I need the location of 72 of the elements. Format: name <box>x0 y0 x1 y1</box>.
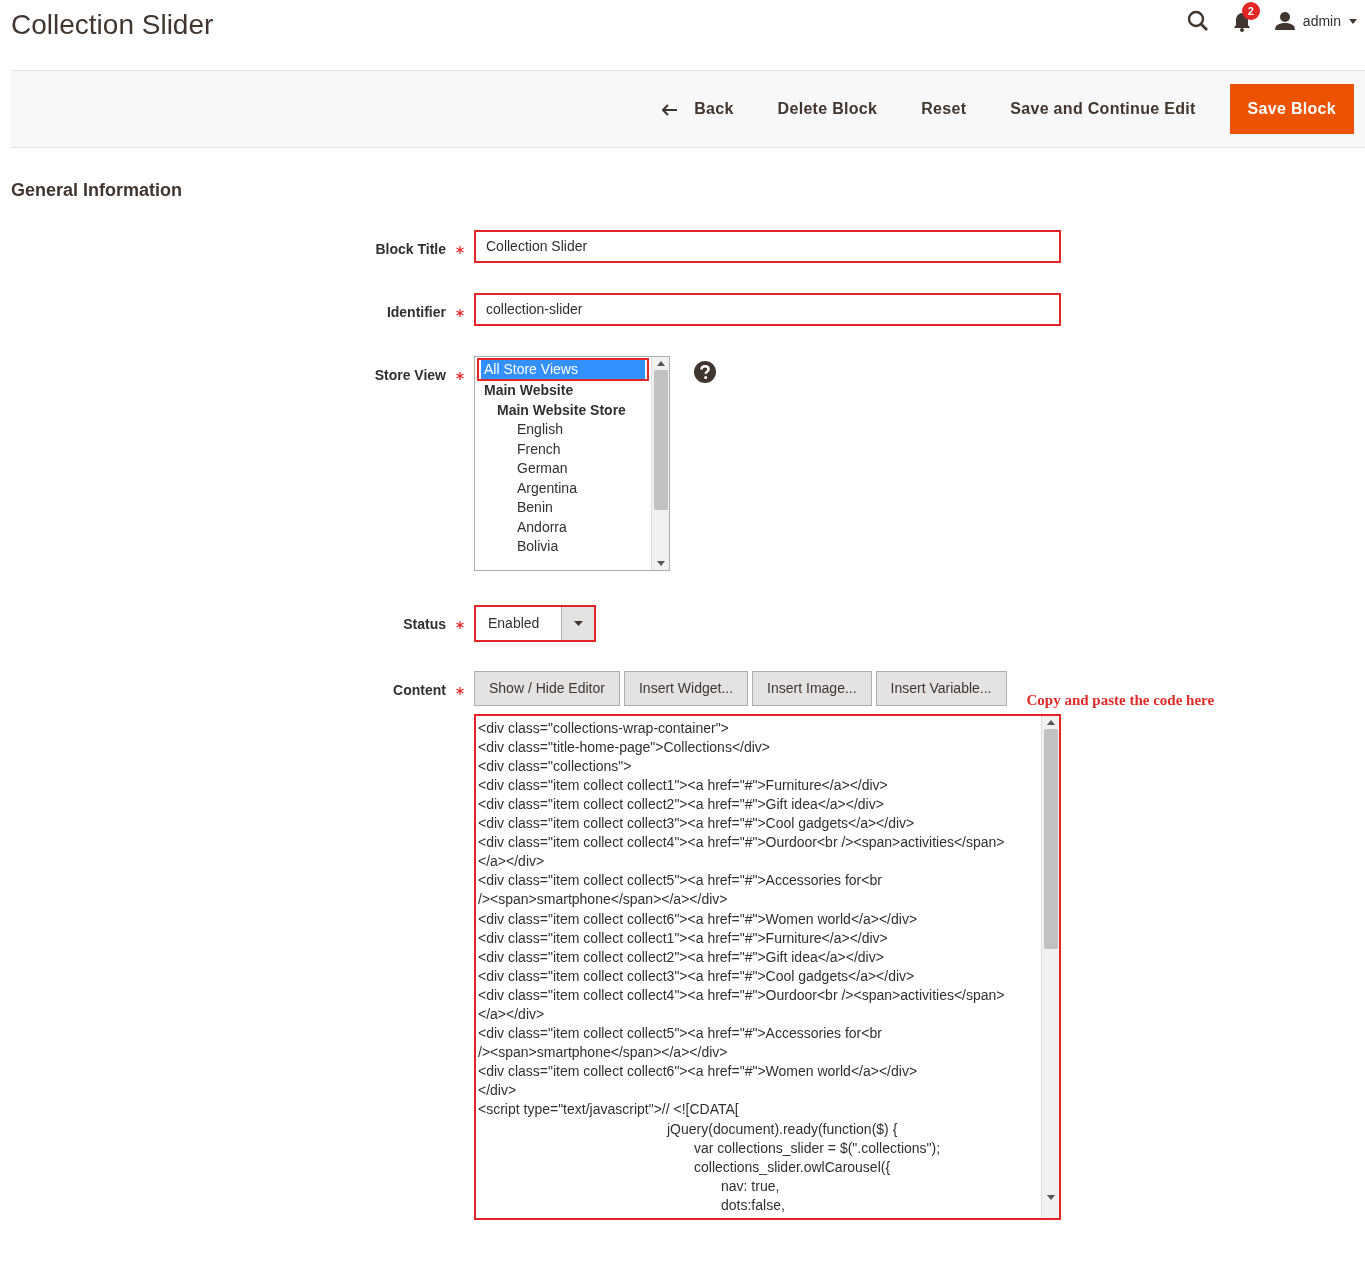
code-line: nav: true, <box>720 1176 781 1196</box>
code-line: <div class="item collect collect2"><a href="#">Gift idea</a></div> <box>478 794 885 814</box>
code-line: <div class="item collect collect1"><a href="#">Furniture</a></div> <box>478 928 889 948</box>
list-option[interactable]: German <box>481 459 645 479</box>
store-view-list[interactable]: All Store Views Main Website Main Website Store English French German Argentina Benin Andorra Bolivia <box>474 355 670 571</box>
field-label: Identifier <box>385 302 446 322</box>
code-editor[interactable] <box>474 713 1061 1220</box>
caret-icon <box>573 620 583 626</box>
list-option[interactable]: Andorra <box>481 517 645 538</box>
field-label: Content <box>392 680 446 700</box>
user-name: admin <box>1302 11 1341 31</box>
input-field[interactable]: collection-slider <box>474 292 1061 326</box>
code-line: <div class="item collect collect4"><a href="#">Ourdoor<br /><span>activities</span> <box>478 985 1006 1005</box>
scrollbar[interactable] <box>651 356 669 570</box>
code-line: <div class="item collect collect3"><a href="#">Cool gadgets</a></div> <box>478 814 916 834</box>
code-line: <div class="item collect collect6"><a href="#">Women world</a></div> <box>478 909 919 929</box>
scrollbar[interactable] <box>1041 715 1059 1218</box>
section-title: General Information <box>11 180 184 202</box>
back-arrow-icon <box>662 103 679 116</box>
list-option[interactable]: Main Website Store <box>481 400 645 421</box>
code-line: <div class="item collect collect2"><a href="#">Gift idea</a></div> <box>478 947 885 967</box>
scroll-down-icon[interactable] <box>656 560 665 566</box>
code-line: <div class="item collect collect5"><a href="#">Accessories for<br <box>478 1024 883 1044</box>
input-field[interactable]: Collection Slider <box>474 229 1061 263</box>
editor-button[interactable]: Insert Image... <box>752 670 872 706</box>
editor-button[interactable]: Insert Variable... <box>875 670 1007 706</box>
list-option[interactable]: Argentina <box>481 478 645 499</box>
user-menu[interactable]: admin <box>1274 10 1357 32</box>
code-line: <div class="item collect collect4"><a href="#">Ourdoor<br /><span>activities</span> <box>478 833 1006 853</box>
code-line: </a></div> <box>478 852 546 872</box>
scroll-up-icon[interactable] <box>1046 719 1055 725</box>
editor-button[interactable]: Insert Widget... <box>623 670 749 706</box>
list-option[interactable]: Benin <box>481 498 645 518</box>
code-line: <div class="title-home-page">Collections</div> <box>478 737 772 757</box>
code-line: collections_slider.owlCarousel({ <box>693 1157 892 1177</box>
code-line: <div class="item collect collect6"><a href="#">Women world</a></div> <box>478 1062 919 1082</box>
code-line: </div> <box>478 1081 518 1101</box>
list-option[interactable]: Main Website <box>481 381 645 401</box>
action-button[interactable]: Delete Block <box>767 89 888 129</box>
search-icon[interactable] <box>1186 10 1209 32</box>
code-line: jQuery(document).ready(function($) { <box>665 1119 899 1139</box>
list-option[interactable]: English <box>481 420 645 440</box>
code-line: <div class="item collect collect3"><a href="#">Cool gadgets</a></div> <box>478 966 916 986</box>
scroll-down-icon[interactable] <box>1046 1194 1055 1200</box>
action-button[interactable]: Reset <box>911 89 977 129</box>
status-dropdown[interactable]: Enabled <box>474 604 596 642</box>
code-line: <div class="collections"> <box>478 756 633 776</box>
back-button[interactable]: Back <box>652 89 744 129</box>
field-label: Store View <box>373 365 446 385</box>
list-option[interactable]: French <box>481 439 645 460</box>
user-icon <box>1274 12 1295 30</box>
notification-count[interactable]: 2 <box>1241 2 1260 21</box>
instruction-note: Copy and paste the code here <box>1026 691 1215 711</box>
caret-icon <box>1349 18 1357 24</box>
code-line: <div class="collections-wrap-container"> <box>478 718 730 738</box>
save-button[interactable]: Save Block <box>1229 84 1354 134</box>
page-title: Collection Slider <box>11 8 214 42</box>
help-icon[interactable] <box>694 360 716 383</box>
action-button[interactable]: Save and Continue Edit <box>1000 89 1206 129</box>
code-line: var collections_slider = $(".collections"); <box>693 1138 942 1158</box>
code-line: /><span>smartphone</span></a></div> <box>478 1043 729 1063</box>
code-line: <div class="item collect collect5"><a href="#">Accessories for<br <box>478 871 883 891</box>
code-line: dots:false, <box>720 1195 786 1215</box>
code-line: /><span>smartphone</span></a></div> <box>478 890 729 910</box>
code-line: <div class="item collect collect1"><a href="#">Furniture</a></div> <box>478 775 889 795</box>
field-label: Status <box>402 614 446 634</box>
editor-button[interactable]: Show / Hide Editor <box>474 670 620 706</box>
field-label: Block Title <box>374 239 446 259</box>
code-line: </a></div> <box>478 1005 546 1024</box>
scroll-up-icon[interactable] <box>656 360 665 366</box>
code-line: <script type="text/javascript">// <![CDATA[ <box>478 1100 740 1120</box>
list-option[interactable]: Bolivia <box>481 537 645 557</box>
